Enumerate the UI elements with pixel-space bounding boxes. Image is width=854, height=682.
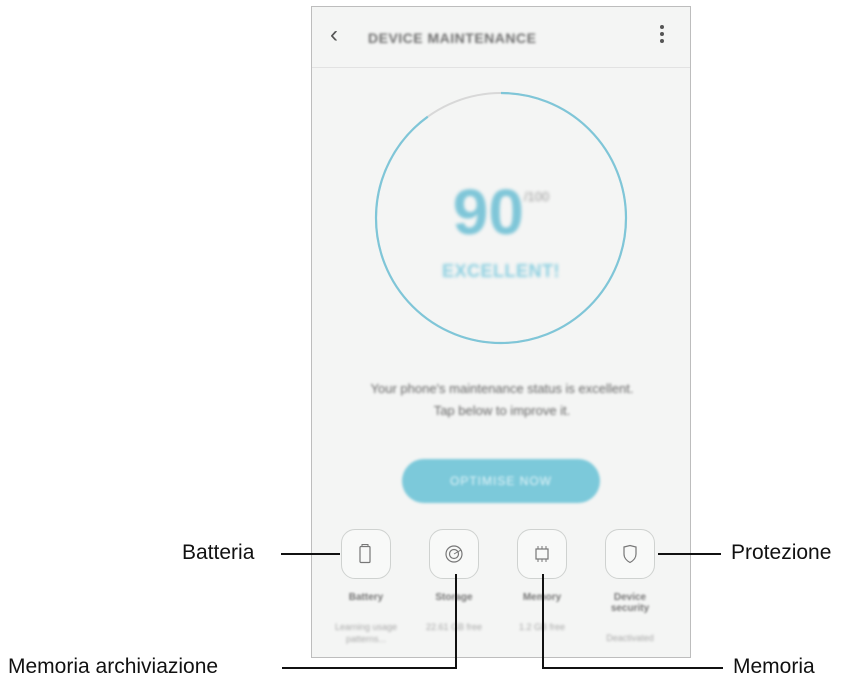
callout-battery: Batteria [182,541,255,564]
phone-screen: ‹ DEVICE MAINTENANCE 90/100 EXCELLENT! Y… [311,6,691,658]
memory-icon [517,529,567,579]
tool-label: Storage [435,592,473,603]
storage-icon [429,529,479,579]
battery-icon [341,529,391,579]
shield-icon [605,529,655,579]
callout-security: Protezione [731,541,832,564]
tool-storage[interactable]: Storage 22.61 GB free [418,529,490,633]
callout-memory: Memoria [733,655,815,678]
tool-label: Device security [610,592,650,614]
callout-line-memory-v [542,574,544,669]
app-bar: ‹ DEVICE MAINTENANCE [312,7,690,68]
score-display: 90/100 [312,175,690,249]
callout-storage: Memoria archiviazione [8,655,219,678]
tool-sub: Deactivated [606,633,654,643]
score-max: /100 [523,189,550,204]
more-vertical-icon[interactable] [660,25,664,46]
callout-line-memory-h [543,667,723,669]
callout-line-security [658,553,721,555]
status-label: EXCELLENT! [441,261,560,281]
tool-sub: Learning usage patterns... [334,622,398,644]
tool-device-security[interactable]: Device security Deactivated [594,529,666,644]
callout-line-battery [281,553,340,555]
tool-sub: 22.61 GB free [425,622,483,632]
tool-battery[interactable]: Battery Learning usage patterns... [330,529,402,645]
optimize-now-button[interactable]: OPTIMISE NOW [402,459,600,503]
status-message-line1: Your phone's maintenance status is excel… [370,381,634,396]
status-message-line2: Tap below to improve it. [433,403,571,418]
status-message: Your phone's maintenance status is excel… [332,378,672,422]
chevron-left-icon[interactable]: ‹ [330,23,338,47]
score-value: 90 [452,176,524,248]
callout-line-storage-v [455,574,457,669]
page-title: DEVICE MAINTENANCE [368,30,537,46]
tool-label: Battery [348,592,384,603]
callout-line-storage-h [282,667,456,669]
